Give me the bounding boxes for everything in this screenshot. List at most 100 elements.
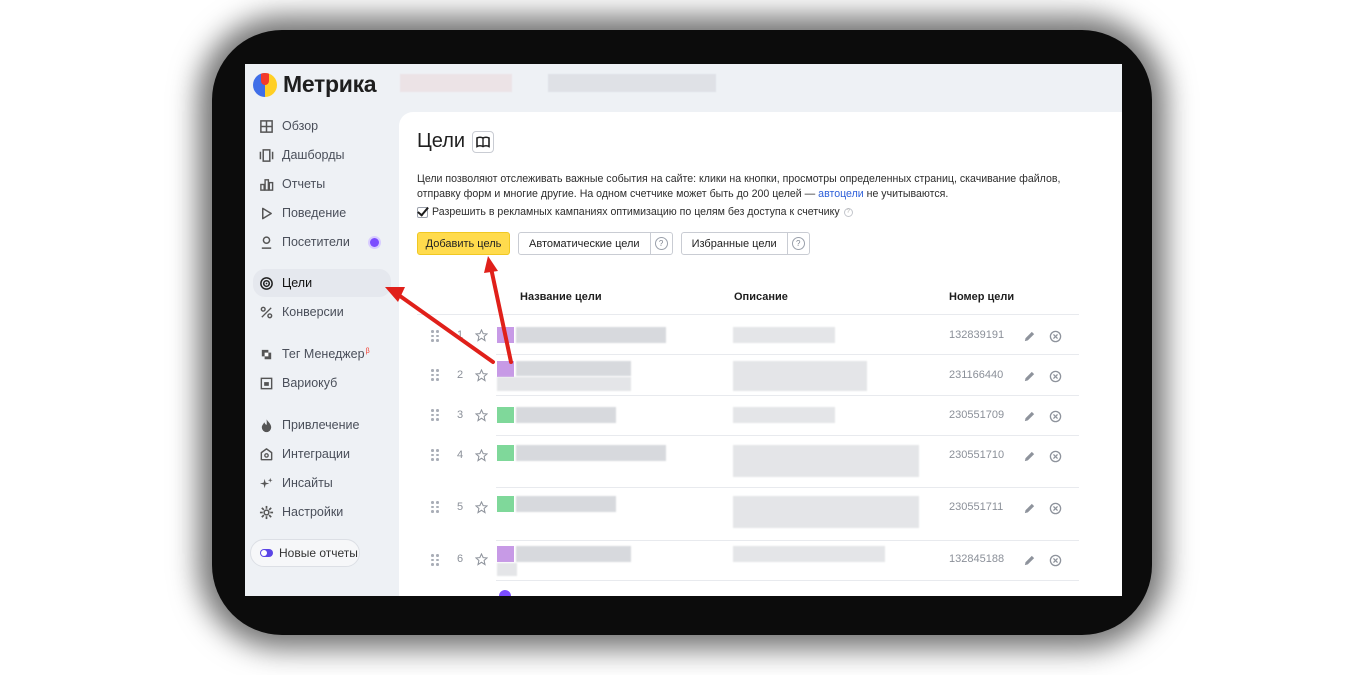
help-icon[interactable]: ? [843, 207, 853, 217]
favorite-goals-help[interactable]: ? [786, 233, 809, 254]
logo-text: Метрика [283, 71, 377, 97]
goal-color-swatch [497, 445, 514, 461]
tag-manager-icon [255, 343, 277, 365]
user-icon [255, 231, 277, 253]
goal-name-blurred [516, 496, 616, 512]
sidebar-item-acquisition[interactable]: Привлечение [253, 411, 389, 439]
edit-pencil-icon[interactable] [1023, 502, 1036, 515]
goal-number: 230551709 [949, 409, 1005, 421]
goal-description-blurred [733, 546, 885, 562]
row-index: 6 [457, 553, 464, 565]
delete-icon[interactable] [1049, 450, 1062, 463]
favorite-goals-button[interactable]: Избранные цели [682, 233, 787, 254]
auto-goals-help[interactable]: ? [649, 233, 672, 254]
sidebar-item-label: Интеграции [282, 447, 351, 461]
sidebar-item-reports[interactable]: Отчеты [253, 170, 389, 198]
optimization-checkbox-row[interactable]: Разрешить в рекламных кампаниях оптимиза… [417, 206, 853, 218]
goal-color-swatch [497, 496, 514, 512]
sidebar-item-integrations[interactable]: Интеграции [253, 440, 389, 468]
top-bar: Метрика [245, 64, 1122, 112]
book-icon [476, 135, 490, 148]
drag-handle-icon[interactable] [431, 409, 440, 421]
sidebar-item-tag-manager[interactable]: Тег Менеджерβ [253, 340, 389, 368]
add-goal-button[interactable]: Добавить цель [417, 232, 510, 255]
beta-badge: β [365, 347, 370, 355]
reports-icon [255, 173, 277, 195]
goal-description-blurred [733, 407, 835, 423]
goal-description-blurred [733, 327, 835, 343]
help-icon: ? [791, 237, 805, 250]
optimization-checkbox[interactable] [417, 206, 428, 218]
delete-icon[interactable] [1049, 502, 1062, 515]
sidebar-item-label: Обзор [282, 119, 319, 133]
sidebar-item-goals[interactable]: Цели [253, 269, 391, 297]
sidebar-item-overview[interactable]: Обзор [253, 112, 389, 140]
row-divider [496, 540, 1079, 541]
delete-icon[interactable] [1049, 410, 1062, 423]
sidebar-item-label: Дашборды [282, 148, 345, 162]
goal-description-blurred [733, 496, 919, 528]
drag-handle-icon[interactable] [431, 449, 440, 461]
goal-color-swatch [499, 590, 511, 596]
auto-goals-group: Автоматические цели ? [518, 232, 673, 255]
goal-number: 132839191 [949, 329, 1005, 341]
sidebar-item-label: Конверсии [282, 305, 344, 319]
toggle-icon [260, 549, 273, 557]
sidebar-item-visitors[interactable]: Посетители [253, 228, 389, 256]
sidebar-item-dashboards[interactable]: Дашборды [253, 141, 389, 169]
sidebar-item-conversions[interactable]: Конверсии [253, 298, 389, 326]
row-index: 1 [457, 329, 464, 341]
sidebar-item-label: Привлечение [282, 418, 360, 432]
goal-actions: Добавить цель Автоматические цели ? Избр… [417, 232, 810, 255]
counter-selector-blurred[interactable] [400, 74, 512, 92]
edit-pencil-icon[interactable] [1023, 410, 1036, 423]
drag-handle-icon[interactable] [431, 330, 440, 342]
sidebar-item-label: Посетители [282, 235, 350, 249]
star-icon[interactable] [475, 553, 488, 566]
star-icon[interactable] [475, 409, 488, 422]
sidebar-item-variocube[interactable]: Вариокуб [253, 369, 389, 397]
help-book-button[interactable] [472, 130, 495, 153]
row-divider [496, 487, 1079, 488]
row-divider [496, 395, 1079, 396]
sidebar-item-label: Отчеты [282, 177, 326, 191]
edit-pencil-icon[interactable] [1023, 554, 1036, 567]
goal-name-blurred [497, 563, 517, 576]
goals-description: Цели позволяют отслеживать важные событи… [417, 173, 1061, 200]
drag-handle-icon[interactable] [431, 554, 440, 566]
goal-description-blurred [733, 361, 867, 391]
checkbox-label: Разрешить в рекламных кампаниях оптимиза… [432, 206, 840, 218]
goal-name-blurred [516, 361, 631, 376]
edit-pencil-icon[interactable] [1023, 370, 1036, 383]
drag-handle-icon[interactable] [431, 501, 440, 513]
delete-icon[interactable] [1049, 370, 1062, 383]
sidebar-item-label: Настройки [282, 505, 344, 519]
delete-icon[interactable] [1049, 554, 1062, 567]
play-icon [255, 202, 277, 224]
drag-handle-icon[interactable] [431, 369, 440, 381]
autogoals-link[interactable]: автоцели [818, 188, 864, 200]
goal-color-swatch [497, 361, 514, 377]
goal-color-swatch [497, 407, 514, 423]
star-icon[interactable] [475, 329, 488, 342]
edit-pencil-icon[interactable] [1023, 330, 1036, 343]
logo[interactable]: Метрика [253, 71, 377, 98]
sidebar-item-insights[interactable]: Инсайты [253, 469, 389, 497]
delete-icon[interactable] [1049, 330, 1062, 343]
new-reports-toggle[interactable]: Новые отчеты [250, 539, 360, 567]
row-divider [496, 354, 1079, 355]
column-header-number: Номер цели [949, 291, 1015, 303]
sidebar-item-behavior[interactable]: Поведение [253, 199, 389, 227]
edit-pencil-icon[interactable] [1023, 450, 1036, 463]
goal-color-swatch [497, 546, 514, 562]
row-index: 4 [457, 449, 464, 461]
star-icon[interactable] [475, 369, 488, 382]
sidebar-item-settings[interactable]: Настройки [253, 498, 389, 526]
row-index: 5 [457, 501, 464, 513]
goal-name-blurred [516, 445, 666, 461]
sidebar-item-label: Вариокуб [282, 376, 338, 390]
auto-goals-button[interactable]: Автоматические цели [519, 233, 650, 254]
star-icon[interactable] [475, 501, 488, 514]
flame-icon [255, 414, 277, 436]
star-icon[interactable] [475, 449, 488, 462]
